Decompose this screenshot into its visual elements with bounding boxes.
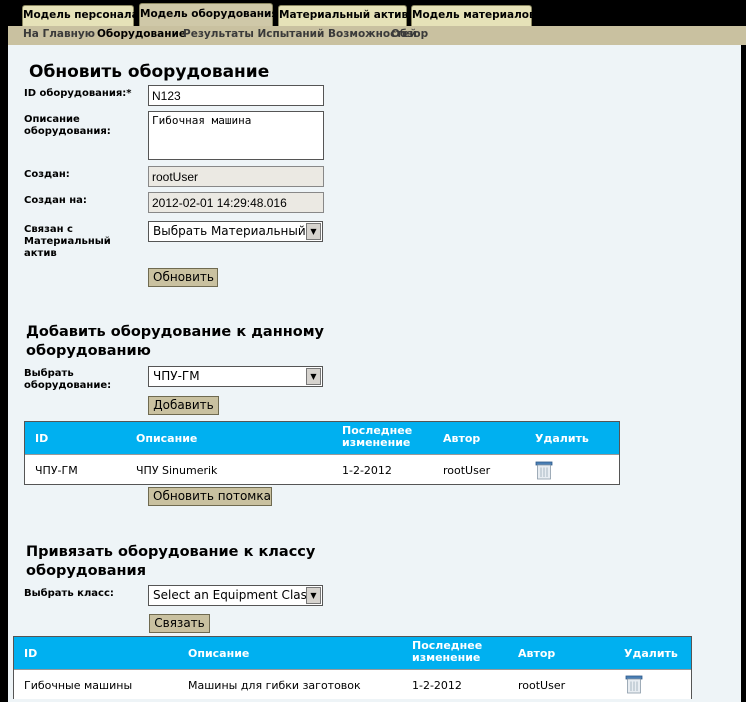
select-equipment-label: Выбрать оборудование: (24, 368, 112, 391)
child-equipment-select-value: ЧПУ-ГМ (153, 369, 200, 383)
cell-modified: 1-2-2012 (342, 464, 392, 477)
equipment-class-select-value: Select an Equipment Class (153, 588, 314, 602)
main-content: Обновить оборудование ID оборудования:* … (8, 45, 741, 702)
trash-icon[interactable] (625, 674, 643, 694)
top-tabbar: Модель персонала Модель оборудования Мат… (0, 0, 746, 26)
created-by-field (148, 166, 324, 187)
tab-equipment-model[interactable]: Модель оборудования (139, 3, 278, 26)
select-class-label: Выбрать класс: (24, 588, 114, 599)
cell-description: Машины для гибки заготовок (188, 679, 361, 692)
child-equipment-select[interactable]: ЧПУ-ГМ ▼ (148, 366, 323, 387)
chevron-down-icon[interactable]: ▼ (306, 587, 321, 604)
bind-button[interactable]: Связать (149, 614, 210, 633)
column-header-delete: Удалить (624, 647, 678, 660)
tab-physical-asset[interactable]: Материальный актив (278, 5, 408, 26)
table-row: ЧПУ-ГМ ЧПУ Sinumerik 1-2-2012 rootUser (25, 454, 619, 484)
equipment-id-input[interactable] (148, 85, 324, 106)
column-header-id: ID (35, 432, 49, 445)
physical-asset-select[interactable]: Выбрать Материальный а ▼ (148, 221, 323, 242)
nav-capability-test-results-link[interactable]: Результаты Испытаний Возможностей (183, 28, 417, 40)
column-header-id: ID (24, 647, 38, 660)
column-header-modified: Последнее изменение (412, 639, 483, 664)
cell-author: rootUser (443, 464, 491, 477)
linked-asset-label: Связан с Материальный актив (24, 224, 111, 259)
table-header: ID Описание Последнее изменение Автор Уд… (25, 422, 619, 454)
table-row: Гибочные машины Машины для гибки заготов… (14, 669, 691, 699)
refresh-children-button[interactable]: Обновить потомка (148, 487, 272, 506)
equipment-class-select[interactable]: Select an Equipment Class ▼ (148, 585, 323, 606)
column-header-author: Автор (518, 647, 556, 660)
created-on-field (148, 192, 324, 213)
nav-overview-link[interactable]: Обзор (391, 28, 428, 40)
column-header-author: Автор (443, 432, 481, 445)
column-header-delete: Удалить (535, 432, 589, 445)
cell-id: Гибочные машины (24, 679, 133, 692)
chevron-down-icon[interactable]: ▼ (306, 368, 321, 385)
cell-author: rootUser (518, 679, 566, 692)
trash-icon[interactable] (535, 460, 553, 480)
add-button[interactable]: Добавить (148, 396, 219, 415)
column-header-description: Описание (136, 432, 198, 445)
nav-home-link[interactable]: На Главную (23, 28, 95, 40)
tab-personnel-model[interactable]: Модель персонала (22, 5, 139, 26)
child-equipment-table: ID Описание Последнее изменение Автор Уд… (24, 421, 620, 485)
created-on-label: Создан на: (24, 195, 87, 206)
chevron-down-icon[interactable]: ▼ (306, 223, 321, 240)
add-child-equipment-title: Добавить оборудование к данному оборудов… (26, 324, 325, 359)
cell-modified: 1-2-2012 (412, 679, 462, 692)
update-button[interactable]: Обновить (148, 268, 218, 287)
equipment-description-label: Описание оборудования: (24, 114, 111, 137)
column-header-modified: Последнее изменение (342, 424, 413, 449)
cell-id: ЧПУ-ГМ (35, 464, 78, 477)
equipment-id-label: ID оборудования:* (24, 88, 132, 99)
table-header: ID Описание Последнее изменение Автор Уд… (14, 637, 691, 669)
equipment-description-textarea[interactable]: Гибочная машина (148, 111, 324, 160)
tab-material-model[interactable]: Модель материалов (411, 5, 536, 26)
nav-equipment-link[interactable]: Оборудование (97, 28, 186, 40)
update-equipment-title: Обновить оборудование (29, 62, 270, 82)
physical-asset-select-value: Выбрать Материальный а (153, 224, 317, 238)
equipment-class-table: ID Описание Последнее изменение Автор Уд… (13, 636, 692, 699)
cell-description: ЧПУ Sinumerik (136, 464, 218, 477)
created-by-label: Создан: (24, 169, 70, 180)
sub-navigation: На Главную Оборудование Результаты Испыт… (8, 26, 746, 45)
column-header-description: Описание (188, 647, 250, 660)
bind-class-title: Привязать оборудование к классу оборудов… (26, 544, 316, 579)
